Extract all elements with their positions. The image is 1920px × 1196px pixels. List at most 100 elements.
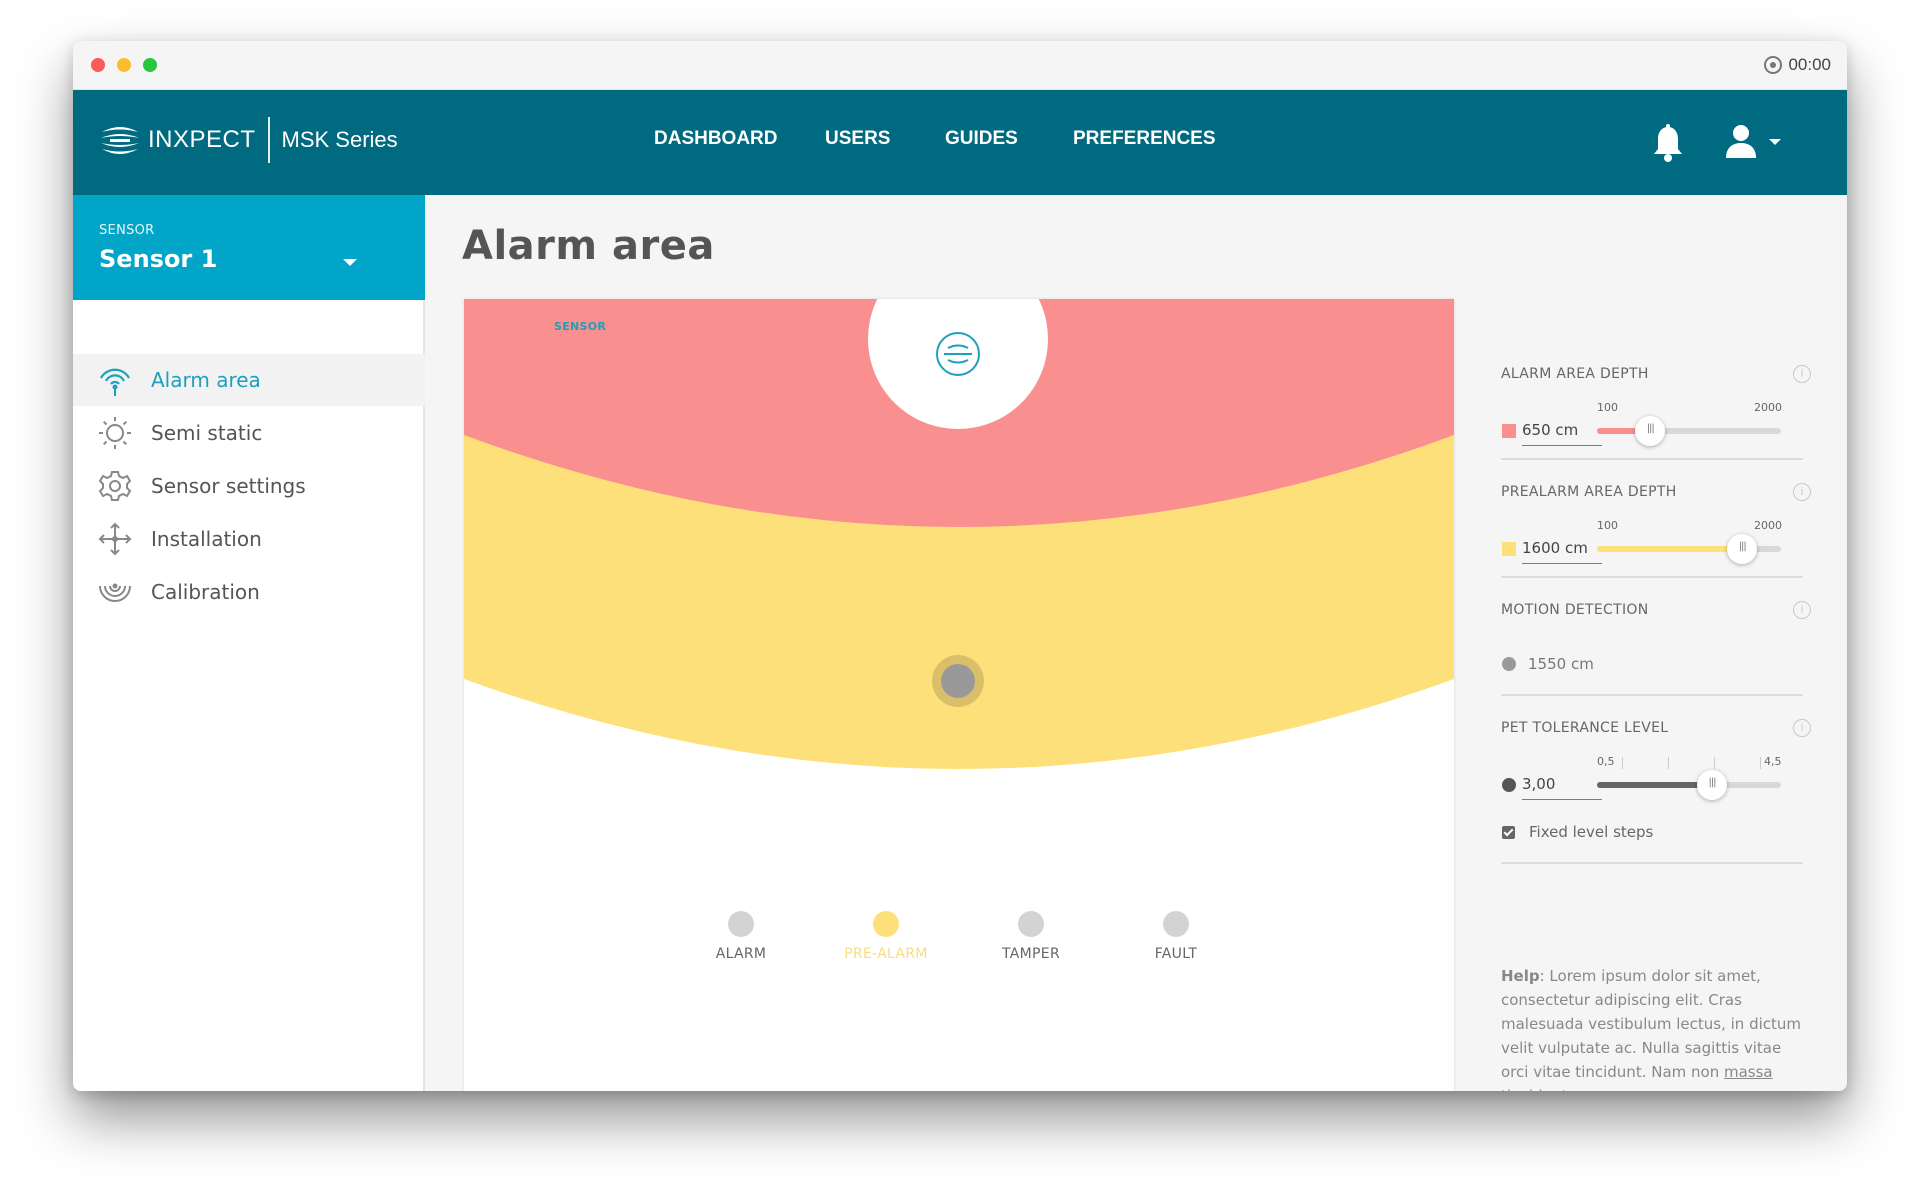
top-navbar: INXPECT MSK Series DASHBOARD USERS GUIDE… <box>73 90 1847 195</box>
help-text: Help: Lorem ipsum dolor sit amet, consec… <box>1501 964 1811 1091</box>
sun-icon <box>99 417 131 449</box>
info-icon[interactable]: i <box>1793 483 1811 501</box>
range-min-label: 0,5 <box>1597 755 1615 768</box>
range-max-label: 2000 <box>1754 401 1782 414</box>
slider-fill <box>1597 782 1712 788</box>
alarm-depth-field[interactable]: 650 cm <box>1522 421 1602 446</box>
legend-label: TAMPER <box>1002 946 1060 962</box>
pet-indicator-dot <box>1502 778 1516 792</box>
prealarm-depth-title: PREALARM AREA DEPTH <box>1501 484 1677 500</box>
recording-indicator: 00:00 <box>1764 54 1831 76</box>
slider-handle[interactable] <box>1727 534 1758 564</box>
nav-dashboard[interactable]: DASHBOARD <box>654 128 778 150</box>
alarm-depth-slider[interactable] <box>1597 416 1781 446</box>
prealarm-depth-slider[interactable] <box>1597 534 1781 564</box>
nav-guides[interactable]: GUIDES <box>945 128 1018 150</box>
info-icon[interactable]: i <box>1793 601 1811 619</box>
chevron-down-icon <box>343 259 357 266</box>
slider-fill <box>1597 546 1743 552</box>
maximize-window-button[interactable] <box>143 58 157 72</box>
sidebar: SENSOR Sensor 1 Alarm area Semi static S… <box>73 195 425 1091</box>
sidebar-item-installation[interactable]: Installation <box>73 513 425 565</box>
close-window-button[interactable] <box>91 58 105 72</box>
sensor-selector-value: Sensor 1 <box>99 245 218 273</box>
sidebar-item-calibration[interactable]: Calibration <box>73 566 425 618</box>
legend-pre-alarm: PRE-ALARM <box>831 911 941 962</box>
app-window: 00:00 INXPECT MSK Series DASHBOARD USERS… <box>73 41 1847 1091</box>
logo-divider <box>267 117 270 163</box>
legend-label: PRE-ALARM <box>844 946 928 962</box>
step-tick <box>1760 757 1761 769</box>
fixed-steps-checkbox[interactable] <box>1502 826 1515 839</box>
minimize-window-button[interactable] <box>117 58 131 72</box>
sidebar-item-alarm-area[interactable]: Alarm area <box>73 354 425 406</box>
title-bar: 00:00 <box>73 41 1847 90</box>
user-menu-icon[interactable] <box>1723 124 1783 160</box>
section-divider <box>1501 694 1803 696</box>
settings-panel: ALARM AREA DEPTH i 100 2000 650 cm PREAL… <box>1454 195 1847 1091</box>
info-icon[interactable]: i <box>1793 365 1811 383</box>
range-max-label: 4,5 <box>1764 755 1782 768</box>
section-divider <box>1501 458 1803 460</box>
area-visualization <box>464 299 1454 769</box>
alarm-area-canvas[interactable] <box>464 299 1454 1091</box>
sidebar-item-label: Semi static <box>151 421 263 445</box>
legend-label: FAULT <box>1154 946 1198 962</box>
legend-fault: FAULT <box>1121 911 1231 962</box>
sidebar-item-semi-static[interactable]: Semi static <box>73 407 425 459</box>
prealarm-color-swatch <box>1502 542 1516 556</box>
prealarm-depth-field[interactable]: 1600 cm <box>1522 539 1602 564</box>
legend-label: ALARM <box>715 946 767 962</box>
step-tick <box>1622 757 1623 769</box>
product-series: MSK Series <box>281 127 398 152</box>
inxpect-logo-icon <box>101 127 139 154</box>
move-arrows-icon <box>98 522 132 556</box>
gear-icon <box>98 471 132 501</box>
motion-detection-title: MOTION DETECTION <box>1501 602 1649 618</box>
motion-indicator-dot <box>1502 657 1516 671</box>
sensor-caption: SENSOR <box>554 320 607 333</box>
slider-handle[interactable] <box>1697 770 1727 800</box>
notifications-bell-icon[interactable] <box>1651 123 1685 163</box>
brand-name: INXPECT <box>148 126 256 153</box>
record-icon <box>1764 56 1783 74</box>
status-dot <box>873 911 899 937</box>
fixed-steps-label: Fixed level steps <box>1529 823 1654 841</box>
step-tick <box>1714 757 1715 769</box>
calibration-icon <box>99 583 131 602</box>
range-max-label: 2000 <box>1754 519 1782 532</box>
sidebar-item-sensor-settings[interactable]: Sensor settings <box>73 460 425 512</box>
pet-tolerance-field[interactable]: 3,00 <box>1522 775 1602 800</box>
help-heading: Help <box>1501 967 1540 985</box>
section-divider <box>1501 576 1803 578</box>
sensor-selector[interactable]: SENSOR Sensor 1 <box>73 195 425 300</box>
sidebar-item-label: Sensor settings <box>151 474 306 498</box>
motion-detection-value: 1550 cm <box>1528 655 1594 673</box>
range-min-label: 100 <box>1597 401 1618 414</box>
alarm-color-swatch <box>1502 424 1516 438</box>
info-icon[interactable]: i <box>1793 719 1811 737</box>
recording-time: 00:00 <box>1788 55 1831 74</box>
status-dot <box>728 911 754 937</box>
pet-tolerance-slider[interactable] <box>1597 770 1781 800</box>
detected-target[interactable] <box>941 664 975 698</box>
brand-logo[interactable]: INXPECT MSK Series <box>98 117 398 163</box>
sensor-selector-label: SENSOR <box>99 223 155 238</box>
step-tick <box>1668 757 1669 769</box>
help-tail: , <box>1567 1087 1572 1091</box>
status-dot <box>1163 911 1189 937</box>
sidebar-item-label: Calibration <box>151 580 260 604</box>
alarm-area-icon <box>100 368 130 396</box>
slider-handle[interactable] <box>1635 416 1666 446</box>
legend-tamper: TAMPER <box>976 911 1086 962</box>
nav-preferences[interactable]: PREFERENCES <box>1073 128 1216 150</box>
nav-users[interactable]: USERS <box>825 128 890 150</box>
pet-tolerance-title: PET TOLERANCE LEVEL <box>1501 720 1669 736</box>
alarm-depth-title: ALARM AREA DEPTH <box>1501 366 1649 382</box>
section-divider <box>1501 862 1803 864</box>
sidebar-item-label: Alarm area <box>151 368 261 392</box>
range-min-label: 100 <box>1597 519 1618 532</box>
status-dot <box>1018 911 1044 937</box>
page-title: Alarm area <box>462 223 715 269</box>
legend-alarm: ALARM <box>686 911 796 962</box>
